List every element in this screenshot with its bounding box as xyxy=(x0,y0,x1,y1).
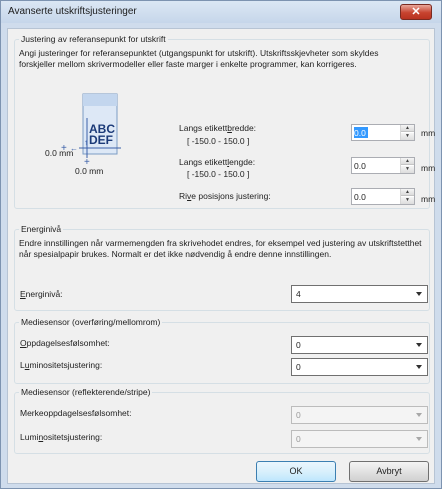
spin-down-icon[interactable]: ▼ xyxy=(401,166,414,173)
length-range: [ -150.0 - 150.0 ] xyxy=(187,169,250,179)
close-button[interactable]: ✕ xyxy=(400,4,432,20)
length-label: Langs etikettlengde: xyxy=(179,157,256,167)
cancel-button[interactable]: Avbryt xyxy=(349,461,429,482)
origin-x-label: 0.0 mm xyxy=(45,148,74,158)
width-label: Langs etikettbredde: xyxy=(179,123,257,133)
energy-select[interactable]: 4 xyxy=(291,285,428,303)
ok-button[interactable]: OK xyxy=(256,461,336,482)
chevron-down-icon xyxy=(416,437,422,441)
energy-group: Energinivå Endre innstillingen når varme… xyxy=(14,224,430,311)
spin-up-icon[interactable]: ▲ xyxy=(401,158,414,165)
luminosity-label: Luminositetsjustering: xyxy=(20,360,103,370)
dialog-body: Justering av referansepunkt for utskrift… xyxy=(7,28,435,484)
diagram-arrow-up: ↑ xyxy=(84,138,88,147)
width-input[interactable] xyxy=(352,125,400,140)
window-title: Avanserte utskriftsjusteringer xyxy=(8,6,137,17)
title-bar: Avanserte utskriftsjusteringer ✕ xyxy=(1,1,441,23)
mark-sensitivity-select: 0 xyxy=(291,406,428,424)
spin-down-icon[interactable]: ▼ xyxy=(401,197,414,204)
reference-point-legend: Justering av referansepunkt for utskrift xyxy=(19,34,168,45)
energy-description: Endre innstillingen når varmemengden fra… xyxy=(19,238,422,259)
detect-sensitivity-select[interactable]: 0 xyxy=(291,336,428,354)
mark-sensitivity-label: Merkeoppdagelsesfølsomhet: xyxy=(20,408,132,418)
reflective-luminosity-select: 0 xyxy=(291,430,428,448)
width-unit: mm xyxy=(421,128,436,138)
chevron-down-icon xyxy=(416,343,422,347)
width-range: [ -150.0 - 150.0 ] xyxy=(187,136,250,146)
spin-up-icon[interactable]: ▲ xyxy=(401,125,414,132)
energy-select-value: 4 xyxy=(296,289,301,299)
tear-unit: mm xyxy=(421,194,436,204)
origin-y-label: 0.0 mm xyxy=(75,166,104,176)
length-input[interactable] xyxy=(352,158,400,173)
chevron-down-icon xyxy=(416,292,422,296)
close-icon: ✕ xyxy=(411,6,421,18)
chevron-down-icon xyxy=(416,365,422,369)
luminosity-select[interactable]: 0 xyxy=(291,358,428,376)
spin-down-icon[interactable]: ▼ xyxy=(401,133,414,140)
diagram-def-text: DEF xyxy=(89,133,113,147)
dialog-window: Avanserte utskriftsjusteringer ✕ Justeri… xyxy=(0,0,442,489)
width-spinner[interactable]: ▲ ▼ xyxy=(351,124,415,141)
energy-legend: Energinivå xyxy=(19,224,64,235)
sensor-transmissive-legend: Mediesensor (overføring/mellomrom) xyxy=(19,317,163,328)
tear-label: Rive posisjons justering: xyxy=(179,191,271,201)
length-spinner[interactable]: ▲ ▼ xyxy=(351,157,415,174)
tear-spinner[interactable]: ▲ ▼ xyxy=(351,188,415,205)
reference-point-description: Angi justeringer for referansepunktet (u… xyxy=(19,48,379,69)
energy-label: Energinivå: xyxy=(20,289,63,299)
detect-sensitivity-label: Oppdagelsesfølsomhet: xyxy=(20,338,110,348)
reflective-luminosity-label: Luminositetsjustering: xyxy=(20,432,103,442)
sensor-reflective-legend: Mediesensor (reflekterende/stripe) xyxy=(19,387,153,398)
sensor-transmissive-group: Mediesensor (overføring/mellomrom) Oppda… xyxy=(14,317,430,384)
reference-point-group: Justering av referansepunkt for utskrift… xyxy=(14,34,435,209)
chevron-down-icon xyxy=(416,413,422,417)
tear-input[interactable] xyxy=(352,189,400,204)
length-unit: mm xyxy=(421,163,436,173)
sensor-reflective-group: Mediesensor (reflekterende/stripe) Merke… xyxy=(14,387,430,454)
spin-up-icon[interactable]: ▲ xyxy=(401,189,414,196)
label-paper-top-band xyxy=(83,94,117,106)
